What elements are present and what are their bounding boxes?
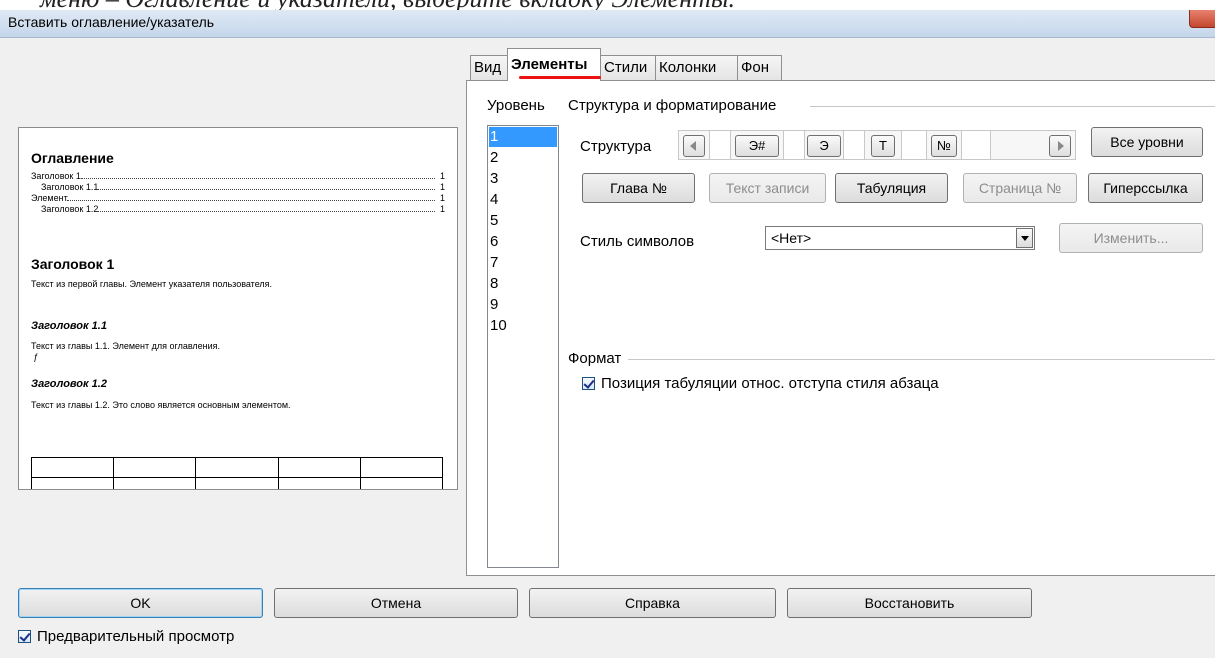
help-button[interactable]: Справка — [529, 588, 776, 618]
structure-token[interactable]: Т — [871, 135, 895, 157]
tab-position-checkbox[interactable] — [582, 377, 595, 390]
level-list[interactable]: 1 2 3 4 5 6 7 8 9 10 — [487, 125, 559, 568]
structure-group-label: Структура и форматирование — [568, 97, 777, 114]
tab-styles[interactable]: Стили — [600, 55, 656, 80]
structure-text-field[interactable] — [843, 131, 865, 159]
structure-token[interactable]: № — [931, 135, 957, 157]
preview-heading: Оглавление — [31, 150, 114, 166]
cancel-button[interactable]: Отмена — [274, 588, 518, 618]
preview-paragraph: Текст из главы 1.2. Это слово является о… — [31, 400, 291, 410]
tab-highlight-mark — [519, 76, 601, 79]
tab-position-label: Позиция табуляции относ. отступа стиля а… — [601, 375, 939, 392]
preview-h2: Заголовок 1.1 — [31, 320, 107, 332]
group-separator — [810, 106, 1215, 107]
structure-token[interactable]: Э — [807, 135, 841, 157]
level-item[interactable]: 3 — [490, 170, 498, 187]
level-item[interactable]: 10 — [490, 317, 507, 334]
tab-stop-button[interactable]: Табуляция — [835, 173, 948, 203]
close-button[interactable] — [1189, 10, 1215, 28]
preview-toc-leader — [97, 182, 435, 190]
preview-paragraph: Текст из первой главы. Элемент указателя… — [31, 279, 273, 289]
arrow-right-icon — [1058, 141, 1064, 151]
preview-toc-leader — [81, 171, 435, 179]
character-style-select[interactable]: <Нет> — [765, 226, 1035, 250]
structure-text-field[interactable] — [961, 131, 991, 159]
tab-columns[interactable]: Колонки — [655, 55, 738, 80]
level-selection-highlight — [489, 127, 557, 147]
preview-toc-leader — [67, 193, 435, 201]
reset-button[interactable]: Восстановить — [787, 588, 1032, 618]
format-group-label: Формат — [568, 350, 622, 367]
structure-text-field[interactable] — [709, 131, 731, 159]
preview-toc-entry: Элемент — [31, 193, 68, 203]
structure-editor[interactable]: Э# Э Т № — [678, 130, 1076, 160]
structure-text-field[interactable] — [783, 131, 805, 159]
preview-checkbox-label: Предварительный просмотр — [37, 628, 235, 645]
preview-pane: Оглавление Заголовок 1 1 Заголовок 1.1 1… — [18, 127, 458, 490]
level-item[interactable]: 6 — [490, 233, 498, 250]
character-style-value: <Нет> — [771, 230, 812, 246]
edit-style-button[interactable]: Изменить... — [1059, 223, 1203, 253]
character-style-label: Стиль символов — [580, 233, 695, 250]
window-title: Вставить оглавление/указатель — [8, 14, 215, 30]
level-item[interactable]: 7 — [490, 254, 498, 271]
page-number-button[interactable]: Страница № — [963, 173, 1077, 203]
preview-marker: ƒ — [33, 352, 39, 362]
level-item[interactable]: 4 — [490, 191, 498, 208]
preview-checkbox[interactable] — [18, 630, 31, 643]
preview-h1: Заголовок 1 — [31, 256, 115, 272]
preview-toc-page: 1 — [439, 204, 445, 214]
preview-toc-page: 1 — [439, 171, 445, 181]
all-levels-button[interactable]: Все уровни — [1091, 127, 1203, 157]
level-item[interactable]: 9 — [490, 296, 498, 313]
arrow-left-icon — [690, 141, 696, 151]
level-label: Уровень — [487, 97, 545, 114]
chapter-number-button[interactable]: Глава № — [582, 173, 695, 203]
hyperlink-button[interactable]: Гиперссылка — [1088, 173, 1203, 203]
structure-token[interactable]: Э# — [735, 135, 779, 157]
structure-label: Структура — [580, 138, 652, 155]
group-separator — [628, 359, 1215, 360]
scroll-right-button[interactable] — [1049, 135, 1071, 157]
ok-button[interactable]: OK — [18, 588, 263, 618]
entry-text-button[interactable]: Текст записи — [709, 173, 826, 203]
tab-background[interactable]: Фон — [737, 55, 782, 80]
structure-text-field[interactable] — [901, 131, 927, 159]
level-item[interactable]: 2 — [490, 149, 498, 166]
preview-toc-page: 1 — [439, 182, 445, 192]
preview-toc-leader — [97, 204, 435, 212]
level-item[interactable]: 1 — [490, 128, 498, 145]
preview-table — [30, 457, 444, 489]
chevron-down-icon[interactable] — [1016, 228, 1033, 248]
preview-toc-entry: Заголовок 1 — [31, 171, 81, 181]
preview-toc-entry: Заголовок 1.1 — [41, 182, 99, 192]
scroll-left-button[interactable] — [683, 135, 705, 157]
tab-view[interactable]: Вид — [470, 55, 508, 80]
preview-paragraph: Текст из главы 1.1. Элемент для оглавлен… — [31, 341, 221, 351]
level-item[interactable]: 8 — [490, 275, 498, 292]
title-bar: Вставить оглавление/указатель — [0, 10, 1215, 38]
level-item[interactable]: 5 — [490, 212, 498, 229]
preview-h2: Заголовок 1.2 — [31, 378, 107, 390]
preview-toc-entry: Заголовок 1.2 — [41, 204, 99, 214]
preview-toc-page: 1 — [439, 193, 445, 203]
